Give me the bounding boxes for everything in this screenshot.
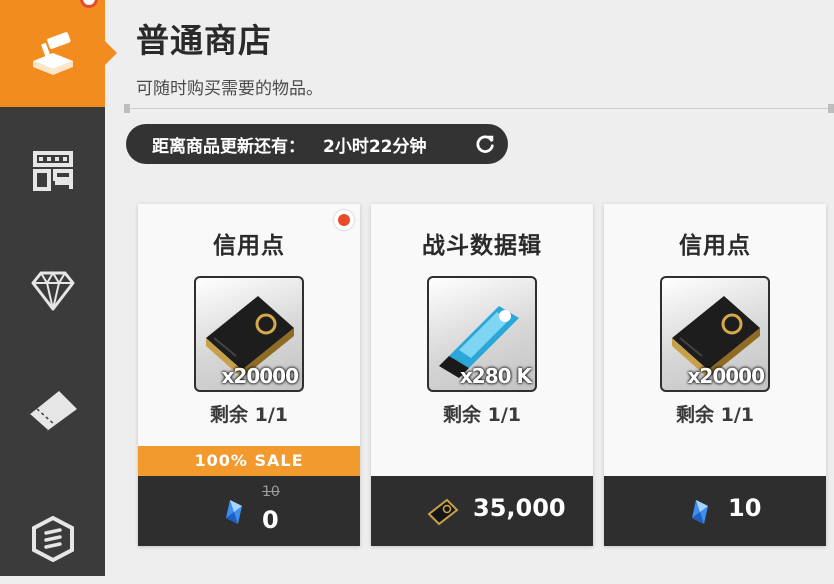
divider-cap-right — [828, 104, 834, 113]
remaining-count: 剩余 1/1 — [210, 404, 288, 426]
original-price: 10 — [262, 484, 280, 500]
header-divider — [126, 108, 834, 109]
item-image: x20000 — [660, 276, 770, 392]
divider-cap-left — [124, 104, 130, 113]
price-bar: 35,000 — [371, 476, 593, 546]
item-quantity: x20000 — [687, 364, 765, 388]
price-bar: 10 — [604, 476, 826, 546]
item-image: x280 K — [427, 276, 537, 392]
shop-card-battle-data[interactable]: 战斗数据辑 x280 K 剩余 1/1 35,000 — [371, 204, 593, 546]
refresh-timer: 距离商品更新还有： 2小时22分钟 — [126, 124, 508, 164]
ticket-icon — [27, 391, 77, 433]
timer-label: 距离商品更新还有： — [152, 136, 305, 157]
price-value: 10 — [728, 494, 762, 522]
blue-crystal-icon — [226, 500, 242, 524]
item-quantity: x280 K — [459, 364, 532, 388]
shop-card-credits[interactable]: 信用点 x20000 剩余 1/1 10 — [604, 204, 826, 546]
item-name: 信用点 — [679, 233, 751, 259]
sidebar-item-badge-shop[interactable] — [0, 494, 105, 584]
price-bar: 10 0 — [138, 476, 360, 546]
item-image: x20000 — [194, 276, 304, 392]
sale-banner: 100% SALE — [138, 446, 360, 476]
diamond-icon — [31, 271, 74, 311]
sidebar-item-general-shop[interactable] — [0, 0, 117, 107]
item-quantity: x20000 — [221, 364, 299, 388]
page-subtitle: 可随时购买需要的物品。 — [136, 79, 323, 99]
refresh-icon[interactable] — [474, 133, 496, 155]
credit-card-icon — [427, 498, 459, 526]
price-value: 0 — [262, 506, 279, 534]
remaining-count: 剩余 1/1 — [676, 404, 754, 426]
sidebar-item-grid-shop[interactable] — [0, 126, 105, 216]
remaining-count: 剩余 1/1 — [443, 404, 521, 426]
page-title: 普通商店 — [136, 21, 272, 60]
sidebar — [0, 0, 117, 576]
item-name: 信用点 — [213, 233, 285, 259]
shop-card-credits-sale[interactable]: 信用点 x20000 剩余 1/1 100% SALE 10 0 — [138, 204, 360, 546]
grid-shop-icon — [32, 151, 73, 191]
hexagon-badge-icon — [31, 516, 74, 562]
timer-value: 2小时22分钟 — [323, 136, 427, 157]
sidebar-item-ticket-shop[interactable] — [0, 364, 105, 454]
blue-crystal-icon — [692, 500, 708, 524]
item-name: 战斗数据辑 — [422, 233, 542, 259]
price-value: 35,000 — [473, 494, 566, 522]
hammer-shop-icon — [32, 31, 73, 75]
new-badge-dot — [334, 210, 354, 230]
sidebar-item-diamond-shop[interactable] — [0, 246, 105, 336]
